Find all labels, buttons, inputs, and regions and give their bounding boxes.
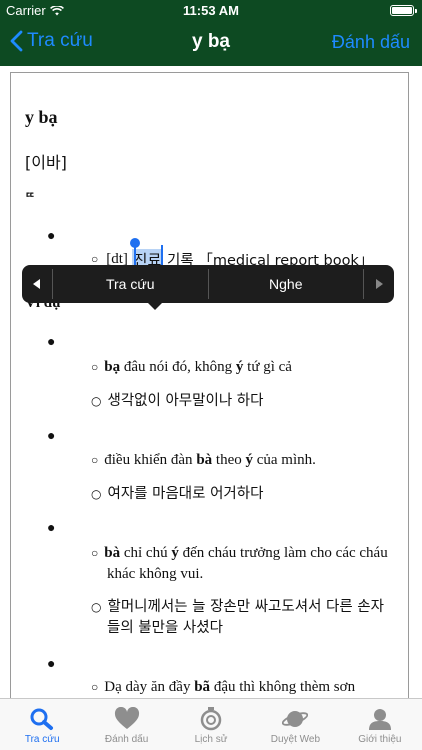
tab-label: Đánh dấu [104,734,149,745]
person-icon [368,709,391,730]
entry-hanja: [이바] [25,153,67,172]
history-icon [200,707,222,731]
status-bar: Carrier 11:53 AM [0,0,422,22]
example-ko: ○ 생각없이 아무말이나 하다 [91,393,264,409]
example-vi: ○ bà chỉ chú ý đến cháu trưởng làm cho cá… [91,545,388,582]
heart-icon [114,707,139,729]
navigation-bar: Tra cứu y bạ Đánh dấu [0,22,422,66]
tab-label: Lịch sử [194,734,228,745]
example-vi: ○ bạ đâu nói đó, không ý tứ gì cả [91,359,292,375]
status-time: 11:53 AM [183,3,239,18]
bookmark-button[interactable]: Đánh dấu [332,32,410,53]
caret-left-icon [33,279,40,289]
tab-web[interactable]: Duyệt Web [253,699,337,750]
example-vi: ○ Dạ dày ăn đầy bã đậu thì không thèm sơn [91,679,356,695]
tab-label: Duyệt Web [270,734,321,745]
list-bullet: ● [47,657,56,672]
menu-prev-arrow[interactable] [22,265,52,303]
tab-label: Tra cứu [24,734,60,745]
search-icon [30,708,54,730]
tab-history[interactable]: Lịch sử [169,699,253,750]
entry-headword: y bạ [25,107,58,127]
example-ko: ○ 여자를 마음대로 어거하다 [91,486,264,502]
page-title: y bạ [191,31,231,52]
tab-about[interactable]: Giới thiệu [338,699,422,750]
tab-lookup[interactable]: Tra cứu [0,699,84,750]
back-button[interactable]: Tra cứu [10,30,93,52]
chevron-left-icon [10,30,23,52]
back-button-label: Tra cứu [27,30,93,51]
list-bullet: ● [47,429,56,444]
menu-lookup[interactable]: Tra cứu [53,265,208,303]
menu-next-arrow[interactable] [364,265,394,303]
menu-listen[interactable]: Nghe [209,265,364,303]
planet-icon [282,711,309,727]
caret-right-icon [376,279,383,289]
entry-card: y bạ [이바] ᄄ ● ○ [dt] 진료 기록 「medical repo… [10,72,409,698]
part-of-speech: ᄄ [25,192,36,204]
list-bullet: ● [47,335,56,350]
list-bullet: ● [47,521,56,536]
example-ko: ○ 할머니께서는 늘 장손만 싸고도셔서 다른 손자들의 불만을 사셨다 [91,599,384,636]
tab-label: Giới thiệu [358,734,402,745]
tab-bar: Tra cứu Đánh dấu Lịch sử Duyệt Web Giới … [0,698,422,750]
context-menu: Tra cứu Nghe [22,265,394,303]
context-menu-pointer [147,302,163,310]
battery-icon [390,5,417,16]
example-vi: ○ điều khiển đàn bà theo ý của mình. [91,452,316,468]
entry-content: y bạ [이바] ᄄ ● ○ [dt] 진료 기록 「medical repo… [0,66,422,698]
tab-bookmarks[interactable]: Đánh dấu [84,699,168,750]
list-bullet: ● [47,229,56,244]
